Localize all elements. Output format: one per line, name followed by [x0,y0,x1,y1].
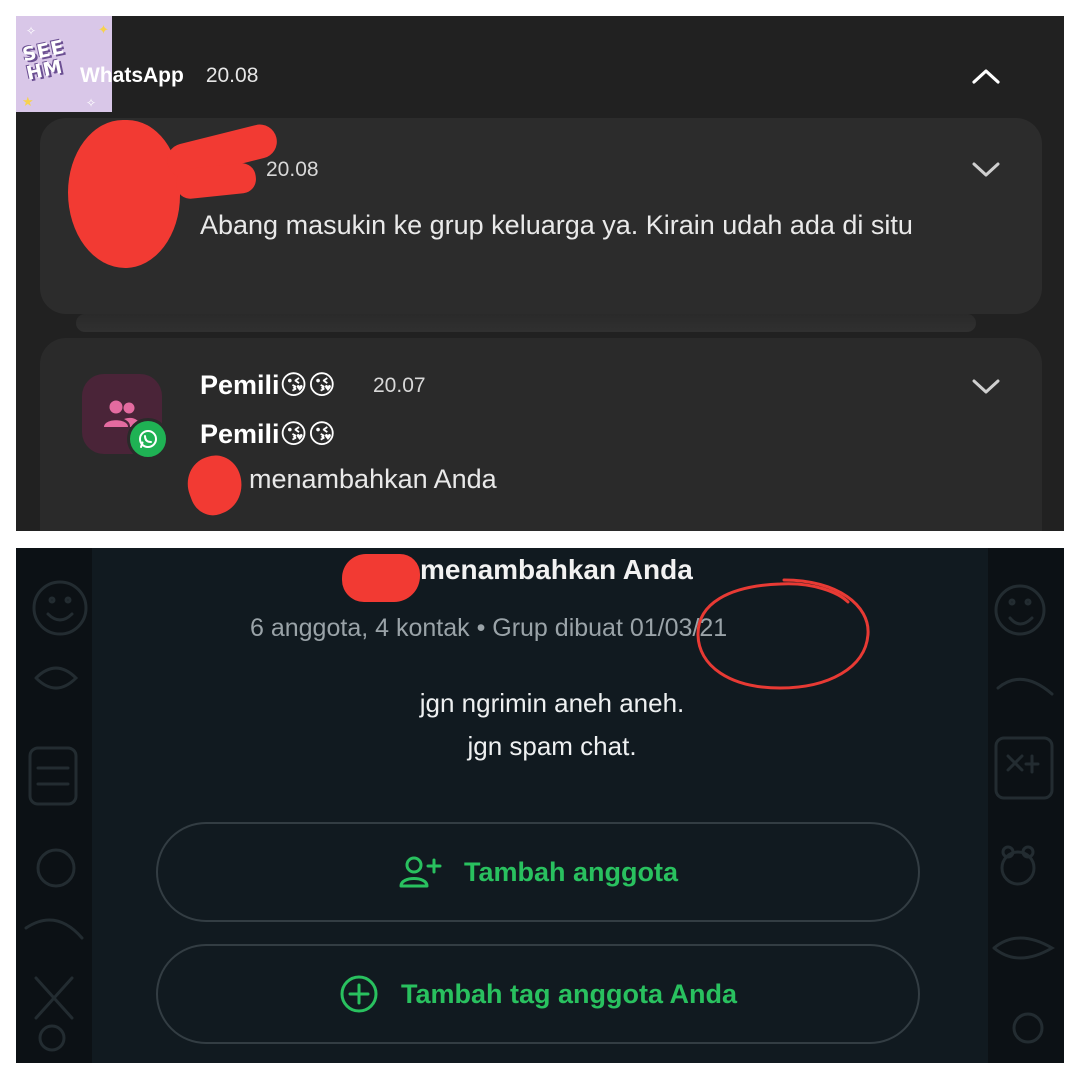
notification-message: Abang masukin ke grup keluarga ya. Kirai… [200,210,913,240]
card-divider [76,314,976,332]
group-name: Pemili [200,419,280,449]
star-icon: ✦ [98,22,109,37]
sparkle-icon: ✧ [26,24,37,38]
notification-panel: SEE HM ★ ✦ ✧ ✧ WhatsApp 20.08 20.08 Abang… [16,16,1064,531]
add-member-tag-button[interactable]: Tambah tag anggota Anda [156,944,920,1044]
notification-card[interactable] [40,338,1042,531]
group-info-panel: menambahkan Anda 6 anggota, 4 kontak • G… [16,548,1064,1063]
notification-time: 20.08 [266,158,319,181]
plus-circle-icon [339,974,379,1014]
redaction-mark [342,554,420,602]
added-you-text: menambahkan Anda [420,554,693,585]
group-name: Pemili [200,370,280,400]
chevron-down-icon[interactable] [966,371,1006,401]
add-member-tag-label: Tambah tag anggota Anda [400,978,737,1009]
notification-message: menambahkan Anda [249,464,497,494]
sparkle-icon: ✧ [86,96,97,110]
notification-subtitle: Pemili😘😘 [200,419,336,450]
app-name: WhatsApp [80,64,184,87]
whatsapp-icon [139,430,157,448]
redaction-mark [68,120,180,268]
kiss-emoji: 😘😘 [279,419,336,450]
notification-title: Pemili😘😘 [200,370,336,401]
annotation-circle [696,578,870,690]
description-line: jgn ngrimin aneh aneh. [419,688,685,718]
star-icon: ★ [22,94,34,109]
chat-wallpaper-doodles [24,580,88,1052]
description-line: jgn spam chat. [467,731,637,761]
person-add-icon [398,856,442,888]
notification-app-header: WhatsApp 20.08 [80,64,258,88]
add-member-label: Tambah anggota [463,856,678,887]
chevron-up-icon[interactable] [966,60,1006,92]
add-member-button[interactable]: Tambah anggota [156,822,920,922]
app-time: 20.08 [205,64,259,87]
chevron-down-icon[interactable] [966,154,1006,184]
notification-time: 20.07 [373,374,426,397]
kiss-emoji: 😘😘 [279,370,336,401]
group-meta: 6 anggota, 4 kontak • Grup dibuat 01/03/… [250,614,728,642]
whatsapp-badge [127,418,169,460]
chat-wallpaper-doodles [992,584,1055,1044]
group-description: jgn ngrimin aneh aneh. jgn spam chat. [252,682,852,768]
